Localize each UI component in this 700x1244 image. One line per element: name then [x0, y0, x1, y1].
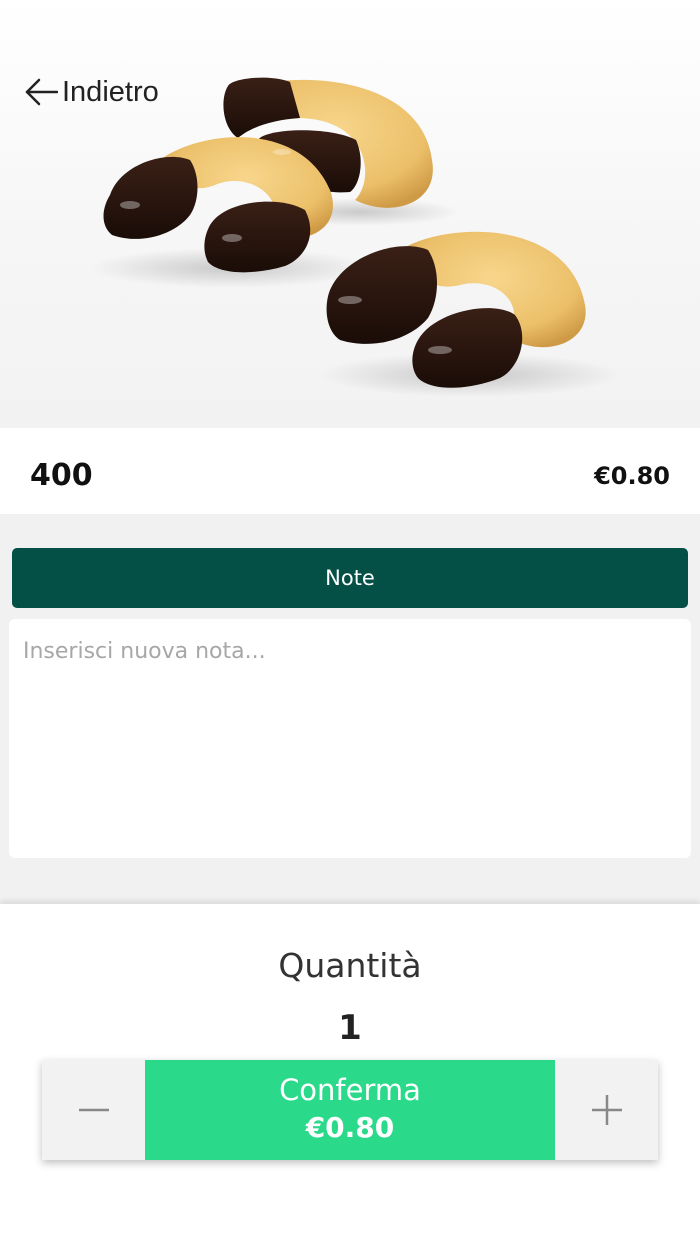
confirm-price: €0.80: [305, 1111, 395, 1144]
quantity-value: 1: [338, 1008, 362, 1048]
quantity-label: Quantità: [278, 946, 422, 985]
notes-header: Note: [12, 548, 688, 608]
quantity-stepper: Conferma €0.80: [42, 1060, 658, 1160]
product-image: Indietro: [0, 0, 700, 428]
confirm-label: Conferma: [279, 1073, 421, 1107]
plus-icon: [591, 1095, 622, 1125]
cookie-image-illustration: [90, 77, 620, 397]
notes-input[interactable]: [9, 619, 691, 858]
notes-title: Note: [325, 566, 375, 590]
arrow-left-icon: [25, 78, 58, 106]
decrement-button[interactable]: [42, 1060, 145, 1160]
product-price: €0.80: [594, 462, 670, 490]
product-name: 400: [30, 458, 93, 493]
increment-button[interactable]: [555, 1060, 658, 1160]
confirm-button[interactable]: Conferma €0.80: [145, 1060, 555, 1160]
notes-box: [9, 619, 691, 858]
back-label: Indietro: [62, 75, 159, 108]
back-button[interactable]: Indietro: [24, 72, 159, 112]
minus-icon: [78, 1108, 109, 1112]
